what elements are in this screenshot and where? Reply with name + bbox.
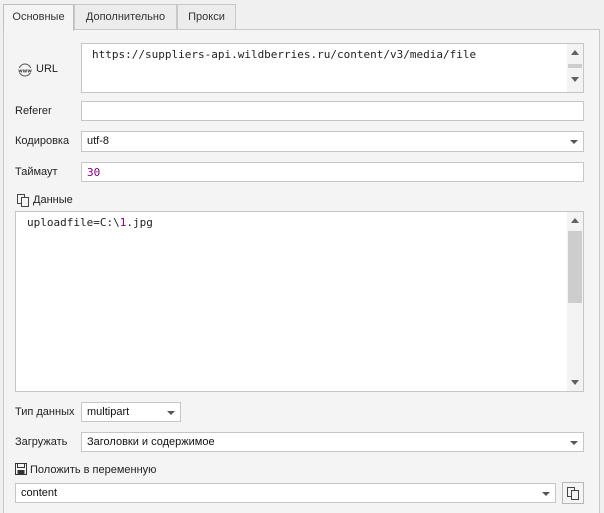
- encoding-value: utf-8: [87, 135, 110, 147]
- scroll-thumb[interactable]: [568, 64, 582, 68]
- url-input[interactable]: https://suppliers-api.wildberries.ru/con…: [81, 43, 584, 93]
- scroll-down-icon[interactable]: [571, 77, 579, 82]
- url-scrollbar[interactable]: [567, 44, 583, 92]
- scroll-up-icon[interactable]: [571, 50, 579, 55]
- referer-input[interactable]: [81, 101, 584, 121]
- data-type-select[interactable]: multipart: [81, 402, 181, 422]
- scroll-up-icon[interactable]: [571, 218, 579, 223]
- url-label: URL: [36, 63, 59, 75]
- save-to-var-value: content: [21, 487, 58, 499]
- chevron-down-icon[interactable]: [570, 441, 578, 445]
- data-type-value: multipart: [87, 406, 130, 418]
- data-value: uploadfile=C:\1.jpg: [27, 216, 153, 229]
- data-type-label: Тип данных: [15, 406, 75, 418]
- data-value-prefix: uploadfile=C:\: [27, 216, 120, 229]
- svg-text:www: www: [18, 68, 32, 74]
- encoding-label: Кодировка: [15, 135, 70, 147]
- data-textarea[interactable]: uploadfile=C:\1.jpg: [15, 211, 584, 392]
- data-value-suffix: .jpg: [126, 216, 153, 229]
- chevron-down-icon[interactable]: [167, 411, 175, 415]
- tab-proxy[interactable]: Прокси: [177, 4, 236, 30]
- data-label: Данные: [33, 194, 73, 206]
- data-scrollbar[interactable]: [567, 212, 583, 391]
- save-to-var-select[interactable]: content: [15, 483, 556, 503]
- copy-icon: [16, 193, 30, 207]
- url-value: https://suppliers-api.wildberries.ru/con…: [92, 48, 477, 61]
- load-select[interactable]: Заголовки и содержимое: [81, 432, 584, 452]
- timeout-input[interactable]: 30: [81, 162, 584, 182]
- www-globe-icon: www: [17, 63, 33, 77]
- copy-icon: [567, 487, 579, 500]
- scroll-down-icon[interactable]: [571, 380, 579, 385]
- referer-label: Referer: [15, 105, 52, 117]
- chevron-down-icon[interactable]: [542, 492, 550, 496]
- load-value: Заголовки и содержимое: [87, 436, 215, 448]
- load-label: Загружать: [15, 436, 68, 448]
- tab-main[interactable]: Основные: [3, 4, 74, 31]
- encoding-select[interactable]: utf-8: [81, 131, 584, 152]
- save-icon: [15, 463, 27, 475]
- timeout-label: Таймаут: [15, 166, 58, 178]
- save-to-var-label: Положить в переменную: [30, 464, 157, 476]
- scroll-thumb[interactable]: [568, 231, 582, 303]
- copy-variable-button[interactable]: [562, 482, 584, 504]
- timeout-value: 30: [87, 166, 101, 179]
- tab-advanced[interactable]: Дополнительно: [74, 4, 177, 30]
- chevron-down-icon[interactable]: [570, 140, 578, 144]
